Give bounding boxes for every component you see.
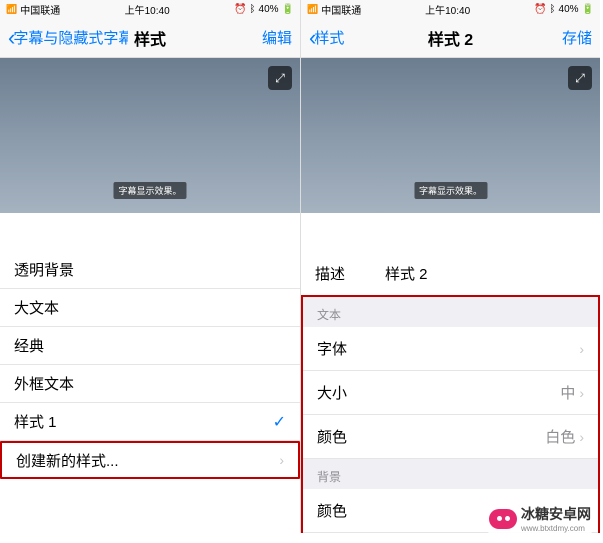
battery-icon: 🔋 bbox=[282, 4, 294, 15]
nav-title: 样式 2 bbox=[428, 26, 473, 50]
carrier: 中国联通 bbox=[321, 2, 361, 17]
row-label: 大文本 bbox=[14, 297, 59, 318]
size-value: 中 bbox=[560, 382, 575, 403]
back-button[interactable]: ‹ 字幕与隐藏式字幕 bbox=[8, 27, 128, 49]
alarm-icon: ⏰ bbox=[234, 4, 246, 15]
style-option-transparent[interactable]: 透明背景 bbox=[0, 251, 300, 289]
signal-icon: 📶 bbox=[307, 4, 318, 15]
watermark-icon bbox=[489, 509, 517, 529]
expand-icon: ⤢ bbox=[275, 71, 285, 86]
carrier: 中国联通 bbox=[20, 2, 60, 17]
preview-area: ⤢ 字幕显示效果。 bbox=[301, 58, 600, 213]
chevron-right-icon: › bbox=[579, 341, 584, 357]
text-color-row[interactable]: 颜色 白色 › bbox=[303, 415, 598, 459]
battery-text: 40% bbox=[559, 4, 579, 15]
color-value: 白色 bbox=[545, 426, 575, 447]
expand-button[interactable]: ⤢ bbox=[268, 66, 292, 90]
font-row[interactable]: 字体 › bbox=[303, 327, 598, 371]
save-button[interactable]: 存储 bbox=[562, 27, 592, 48]
bluetooth-icon: ᛒ bbox=[250, 4, 256, 15]
battery-text: 40% bbox=[259, 4, 279, 15]
row-label: 经典 bbox=[14, 335, 44, 356]
section-header-text: 文本 bbox=[303, 297, 598, 327]
left-screenshot: 📶 中国联通 上午10:40 ⏰ ᛒ 40% 🔋 ‹ 字幕与隐藏式字幕 样式 编… bbox=[0, 0, 300, 533]
watermark-url: www.btxtdmy.com bbox=[521, 524, 591, 533]
row-label: 样式 1 bbox=[14, 411, 57, 432]
alarm-icon: ⏰ bbox=[534, 4, 546, 15]
preview-area: ⤢ 字幕显示效果。 bbox=[0, 58, 300, 213]
status-bar: 📶 中国联通 上午10:40 ⏰ ᛒ 40% 🔋 bbox=[0, 0, 300, 18]
expand-icon: ⤢ bbox=[575, 71, 585, 86]
nav-bar: ‹ 字幕与隐藏式字幕 样式 编辑 bbox=[0, 18, 300, 58]
style-option-classic[interactable]: 经典 bbox=[0, 327, 300, 365]
status-time: 上午10:40 bbox=[425, 2, 470, 17]
watermark-text: 冰糖安卓网 bbox=[521, 504, 591, 524]
subtitle-sample: 字幕显示效果。 bbox=[113, 182, 186, 199]
battery-icon: 🔋 bbox=[582, 4, 594, 15]
row-label: 外框文本 bbox=[14, 373, 74, 394]
section-header-bg: 背景 bbox=[303, 459, 598, 489]
status-bar: 📶 中国联通 上午10:40 ⏰ ᛒ 40% 🔋 bbox=[301, 0, 600, 18]
back-label: 字幕与隐藏式字幕 bbox=[13, 27, 128, 48]
style-option-style1[interactable]: 样式 1 bbox=[0, 403, 300, 441]
row-label: 大小 bbox=[317, 382, 347, 403]
subtitle-sample: 字幕显示效果。 bbox=[414, 182, 487, 199]
bluetooth-icon: ᛒ bbox=[550, 4, 556, 15]
signal-icon: 📶 bbox=[6, 4, 17, 15]
back-label: 样式 bbox=[314, 27, 344, 48]
row-label: 透明背景 bbox=[14, 259, 74, 280]
right-screenshot: 📶 中国联通 上午10:40 ⏰ ᛒ 40% 🔋 ‹ 样式 样式 2 存储 ⤢ … bbox=[300, 0, 600, 533]
row-label: 颜色 bbox=[317, 500, 347, 521]
nav-bar: ‹ 样式 样式 2 存储 bbox=[301, 18, 600, 58]
back-button[interactable]: ‹ 样式 bbox=[309, 27, 344, 49]
style-list: 透明背景 大文本 经典 外框文本 样式 1 创建新的样式... › bbox=[0, 251, 300, 479]
desc-label: 描述 bbox=[315, 263, 345, 284]
chevron-right-icon: › bbox=[579, 429, 584, 445]
expand-button[interactable]: ⤢ bbox=[568, 66, 592, 90]
row-label: 创建新的样式... bbox=[16, 450, 119, 471]
style-option-outline[interactable]: 外框文本 bbox=[0, 365, 300, 403]
desc-value: 样式 2 bbox=[385, 263, 428, 284]
size-row[interactable]: 大小 中 › bbox=[303, 371, 598, 415]
status-time: 上午10:40 bbox=[125, 2, 170, 17]
style-option-largetext[interactable]: 大文本 bbox=[0, 289, 300, 327]
chevron-right-icon: › bbox=[579, 385, 584, 401]
nav-title: 样式 bbox=[134, 26, 166, 50]
create-new-style[interactable]: 创建新的样式... › bbox=[0, 441, 300, 479]
row-label: 字体 bbox=[317, 338, 347, 359]
chevron-right-icon: › bbox=[279, 452, 284, 468]
edit-button[interactable]: 编辑 bbox=[262, 27, 292, 48]
description-row[interactable]: 描述 样式 2 bbox=[301, 251, 600, 295]
watermark: 冰糖安卓网 www.btxtdmy.com bbox=[485, 502, 595, 535]
row-label: 颜色 bbox=[317, 426, 347, 447]
